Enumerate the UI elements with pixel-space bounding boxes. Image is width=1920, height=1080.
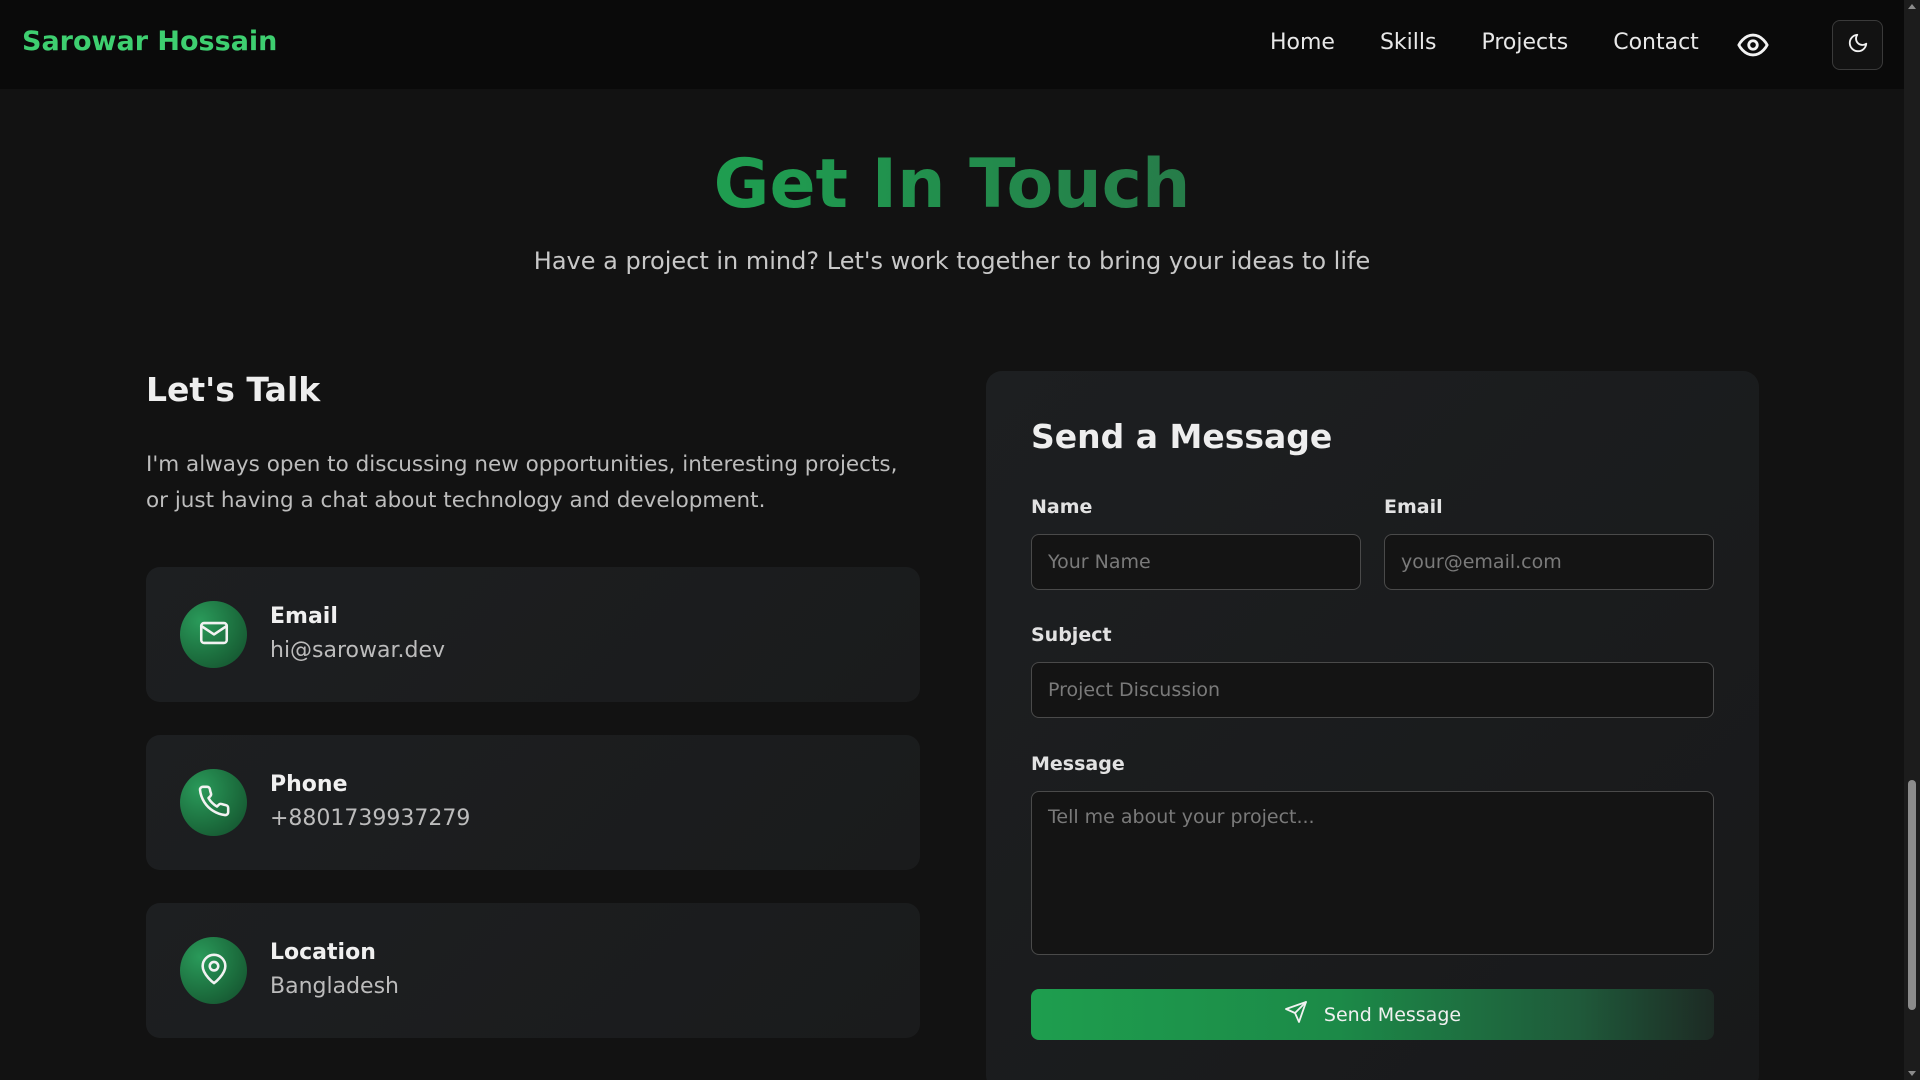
title-word: Touch <box>969 145 1191 224</box>
subject-label: Subject <box>1031 624 1112 646</box>
icon-badge <box>180 601 247 668</box>
page-scrollbar[interactable] <box>1904 0 1920 1080</box>
message-label: Message <box>1031 753 1125 775</box>
nav-projects[interactable]: Projects <box>1481 30 1568 55</box>
phone-icon <box>197 784 231 822</box>
name-input[interactable] <box>1031 534 1361 590</box>
section-subtitle: Have a project in mind? Let's work toget… <box>533 247 1371 275</box>
name-label: Name <box>1031 496 1093 518</box>
theme-toggle-button[interactable] <box>1832 20 1883 70</box>
contact-card-phone[interactable]: Phone +8801739937279 <box>146 735 920 870</box>
nav-contact[interactable]: Contact <box>1613 30 1699 55</box>
brand-logo[interactable]: Sarowar Hossain <box>22 26 277 57</box>
section-title: Get In Touch <box>0 145 1904 224</box>
contact-card-email[interactable]: Email hi@sarowar.dev <box>146 567 920 702</box>
message-textarea[interactable] <box>1031 791 1714 955</box>
email-input[interactable] <box>1384 534 1714 590</box>
contact-value: hi@sarowar.dev <box>270 638 446 663</box>
icon-badge <box>180 769 247 836</box>
top-navbar: Sarowar Hossain Home Skills Projects Con… <box>0 0 1904 89</box>
scroll-down-icon[interactable] <box>1908 1071 1916 1076</box>
form-title: Send a Message <box>1031 417 1333 456</box>
contact-label: Phone <box>270 772 348 797</box>
contact-value: +8801739937279 <box>270 806 471 831</box>
map-pin-icon <box>197 952 231 990</box>
contact-card-location[interactable]: Location Bangladesh <box>146 903 920 1038</box>
icon-badge <box>180 937 247 1004</box>
contact-label: Location <box>270 940 376 965</box>
page: Sarowar Hossain Home Skills Projects Con… <box>0 0 1920 1080</box>
title-word: In <box>871 145 946 224</box>
scroll-up-icon[interactable] <box>1908 4 1916 9</box>
send-message-button[interactable]: Send Message <box>1031 989 1714 1040</box>
nav-home[interactable]: Home <box>1270 30 1335 55</box>
scrollbar-thumb[interactable] <box>1908 780 1916 1010</box>
send-icon <box>1284 1000 1308 1029</box>
info-heading: Let's Talk <box>146 370 321 409</box>
eye-icon[interactable] <box>1736 28 1770 62</box>
moon-icon <box>1847 32 1869 58</box>
email-label: Email <box>1384 496 1443 518</box>
contact-label: Email <box>270 604 338 629</box>
nav-skills[interactable]: Skills <box>1380 30 1437 55</box>
info-intro: I'm always open to discussing new opport… <box>146 452 898 513</box>
subject-input[interactable] <box>1031 662 1714 718</box>
main-nav: Home Skills Projects Contact <box>1270 30 1699 55</box>
send-label: Send Message <box>1323 1003 1462 1026</box>
contact-info: Let's Talk I'm always open to discussing… <box>146 370 920 1038</box>
contact-value: Bangladesh <box>270 974 399 999</box>
contact-form: Send a Message Name Email Subject Messag… <box>986 371 1759 1080</box>
title-word: Get <box>713 145 849 224</box>
mail-icon <box>197 616 231 654</box>
